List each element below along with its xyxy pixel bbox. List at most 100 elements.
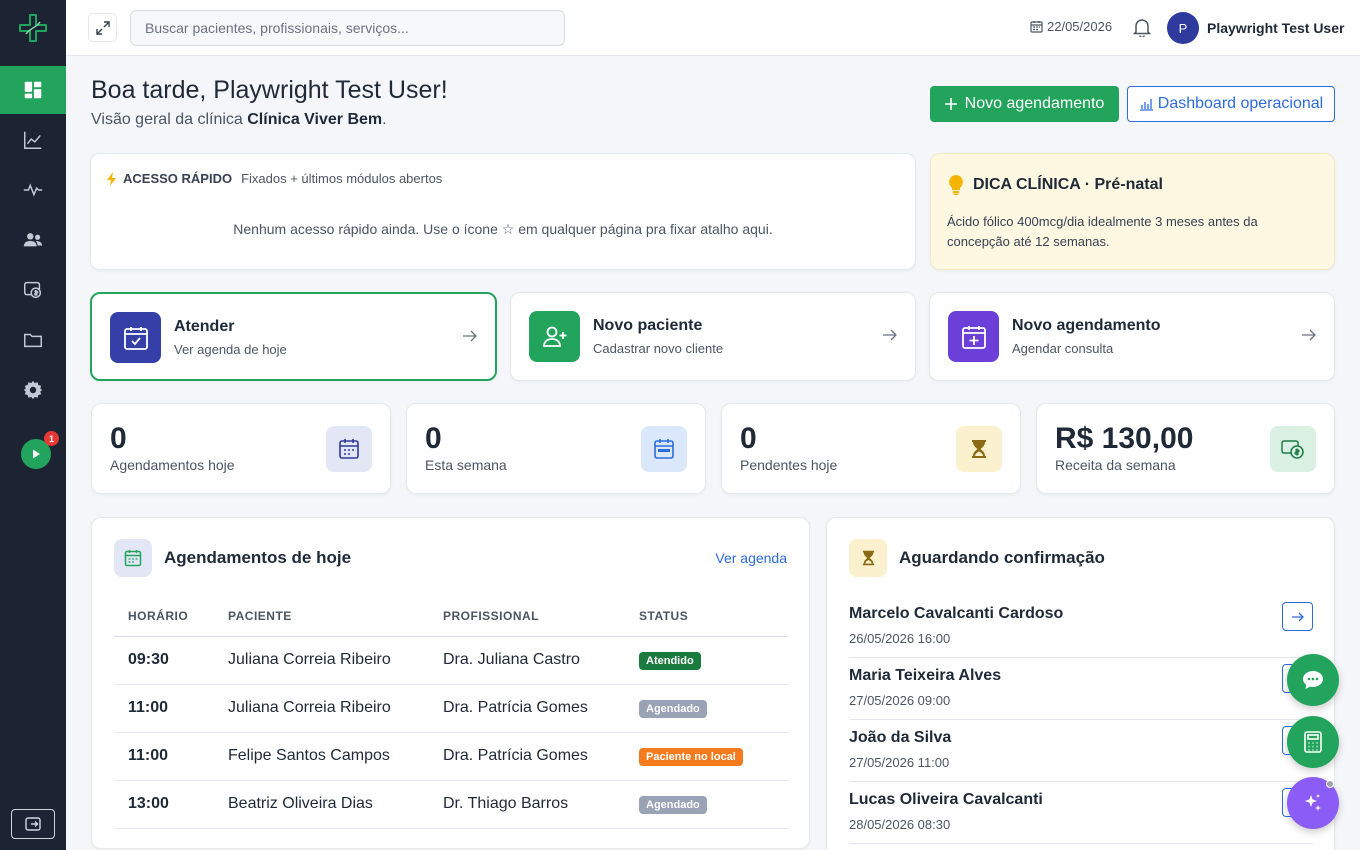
arrow-right-icon	[1302, 329, 1316, 341]
calendar-grid-icon	[339, 439, 359, 459]
calculator-button[interactable]	[1287, 716, 1339, 768]
sidebar-item-documents[interactable]	[0, 316, 66, 364]
table-header-row: HORÁRIO PACIENTE PROFISSIONAL STATUS	[114, 596, 788, 637]
table-row[interactable]: 09:30 Juliana Correia Ribeiro Dra. Juliana…	[114, 636, 788, 685]
stat-weekly-revenue: R$ 130,00 Receita da semana	[1036, 403, 1335, 494]
sidebar-item-finance[interactable]	[0, 266, 66, 314]
stat-label: Pendentes hoje	[740, 457, 838, 473]
section-title: Agendamentos de hoje	[164, 548, 352, 567]
dashboard-icon	[24, 81, 42, 99]
clinical-tip-card: DICA CLÍNICA · Pré-natal Ácido fólico 40…	[930, 153, 1335, 270]
collapse-sidebar-button[interactable]	[11, 809, 55, 839]
action-title: Novo paciente	[593, 317, 703, 334]
appointment-professional: Dra. Juliana Castro	[429, 636, 625, 685]
appointment-time: 11:00	[114, 684, 214, 733]
sidebar-item-dashboard[interactable]	[0, 66, 66, 114]
user-name[interactable]: Playwright Test User	[1207, 20, 1344, 36]
list-item: João da Silva 27/05/2026 11:00	[849, 720, 1313, 782]
list-item: Lucas Oliveira Cavalcanti 28/05/2026 08:3…	[849, 782, 1313, 844]
quick-access-empty: Nenhum acesso rápido ainda. Use o ícone …	[233, 221, 773, 237]
pending-date: 28/05/2026 08:30	[849, 817, 951, 832]
stat-label: Esta semana	[425, 457, 507, 473]
action-icon-bg	[948, 311, 999, 362]
play-icon	[33, 449, 40, 459]
table-row[interactable]: 11:00 Felipe Santos Campos Dra. Patrícia G…	[114, 732, 788, 781]
pending-date: 27/05/2026 11:00	[849, 755, 950, 770]
calendar-icon	[124, 550, 142, 567]
table-row[interactable]: 13:00 Beatriz Oliveira Dias Dr. Thiago Bar…	[114, 780, 788, 829]
notifications-button[interactable]	[1133, 17, 1151, 37]
sidebar-item-reports[interactable]	[0, 116, 66, 164]
table-row[interactable]: 11:00 Juliana Correia Ribeiro Dra. Patríci…	[114, 684, 788, 733]
quick-access-title: ACESSO RÁPIDO	[123, 171, 233, 186]
action-title: Atender	[174, 318, 235, 335]
hourglass-icon	[972, 440, 986, 458]
folder-icon	[24, 333, 42, 348]
bell-icon	[1133, 19, 1151, 37]
stat-value: 0	[110, 422, 127, 455]
action-new-appointment[interactable]: Novo agendamento Agendar consulta	[929, 292, 1335, 381]
column-header: PROFISSIONAL	[429, 596, 625, 637]
stat-icon-bg	[641, 426, 687, 472]
sidebar-toggle-icon	[25, 817, 41, 831]
stat-value: 0	[740, 422, 757, 455]
calculator-icon	[1304, 731, 1322, 753]
pending-patient-name: Marcelo Cavalcanti Cardoso	[849, 605, 1064, 622]
appointments-table: HORÁRIO PACIENTE PROFISSIONAL STATUS 09:…	[114, 596, 788, 829]
expand-icon	[95, 20, 110, 35]
pending-patient-name: João da Silva	[849, 729, 952, 746]
status-badge: Atendido	[639, 651, 701, 670]
users-icon	[23, 233, 43, 247]
stat-appointments-today: 0 Agendamentos hoje	[91, 403, 391, 494]
column-header: PACIENTE	[214, 596, 429, 637]
appointment-status-cell: Paciente no local	[625, 732, 788, 781]
calendar-check-icon	[123, 326, 148, 350]
calendar-plus-icon	[961, 325, 986, 349]
lightbulb-icon	[949, 175, 963, 195]
confirm-button[interactable]	[1282, 602, 1313, 631]
date-text: 22/05/2026	[1047, 19, 1113, 34]
pending-date: 27/05/2026 09:00	[849, 693, 951, 708]
sidebar-item-activity[interactable]	[0, 166, 66, 214]
list-item: Marcelo Cavalcanti Cardoso 26/05/2026 16:…	[849, 596, 1313, 658]
ai-status-dot	[1326, 780, 1334, 788]
list-item: Maria Teixeira Alves 27/05/2026 09:00	[849, 658, 1313, 720]
page-subtitle: Visão geral da clínica Clínica Viver Bem…	[91, 111, 387, 128]
user-avatar[interactable]: P	[1167, 12, 1199, 44]
action-icon-bg	[529, 311, 580, 362]
column-header: HORÁRIO	[114, 596, 214, 637]
current-date: 22/05/2026	[1030, 19, 1112, 34]
action-attend[interactable]: Atender Ver agenda de hoje	[90, 292, 497, 381]
status-badge: Agendado	[639, 699, 707, 718]
action-subtitle: Agendar consulta	[1012, 341, 1114, 356]
clinic-logo-icon[interactable]	[17, 12, 49, 44]
operational-dashboard-button[interactable]: Dashboard operacional	[1127, 86, 1335, 122]
appointment-professional: Dr. Thiago Barros	[429, 780, 625, 829]
appointment-patient: Juliana Correia Ribeiro	[214, 636, 429, 685]
activity-icon	[23, 183, 43, 197]
line-chart-icon	[24, 131, 42, 149]
appointment-time: 09:30	[114, 636, 214, 685]
sidebar-item-patients[interactable]	[0, 216, 66, 264]
stat-label: Agendamentos hoje	[110, 457, 235, 473]
appointment-professional: Dra. Patrícia Gomes	[429, 684, 625, 733]
fullscreen-button[interactable]	[88, 13, 117, 42]
quick-access-card: ACESSO RÁPIDO Fixados + últimos módulos …	[90, 153, 916, 270]
column-header: STATUS	[625, 596, 788, 637]
action-subtitle: Cadastrar novo cliente	[593, 341, 724, 356]
stat-icon-bg	[1270, 426, 1316, 472]
sparkles-icon	[1305, 794, 1321, 811]
appointment-status-cell: Agendado	[625, 684, 788, 733]
search-input[interactable]	[130, 10, 565, 46]
new-appointment-button[interactable]: Novo agendamento	[930, 86, 1119, 122]
view-agenda-link[interactable]: Ver agenda	[715, 550, 787, 566]
plus-icon	[944, 98, 957, 110]
action-new-patient[interactable]: Novo paciente Cadastrar novo cliente	[510, 292, 916, 381]
section-icon-bg	[114, 539, 152, 577]
sidebar-item-settings[interactable]	[0, 366, 66, 414]
pending-patient-name: Lucas Oliveira Cavalcanti	[849, 791, 1043, 808]
appointment-professional: Dra. Patrícia Gomes	[429, 732, 625, 781]
calendar-icon	[1030, 21, 1043, 33]
chat-button[interactable]	[1287, 654, 1339, 706]
quick-access-subtitle: Fixados + últimos módulos abertos	[241, 171, 443, 186]
